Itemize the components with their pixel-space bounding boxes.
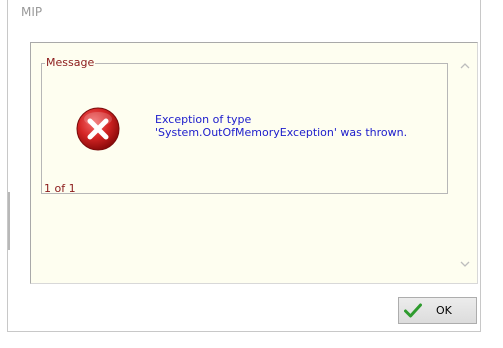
message-group-label: Message xyxy=(46,56,95,69)
ok-button-label: OK xyxy=(436,304,452,317)
vertical-scrollbar[interactable] xyxy=(453,43,477,283)
scroll-up-icon[interactable] xyxy=(459,57,471,69)
message-panel: Message Exception of type 'System.OutOfM… xyxy=(30,42,478,284)
message-counter: 1 of 1 xyxy=(44,182,76,195)
window-edge xyxy=(8,192,10,250)
window-title: MIP xyxy=(21,5,43,19)
error-x-icon xyxy=(75,106,121,152)
dialog-window: MIP Message Exception of type 'System.Ou… xyxy=(7,0,481,332)
scroll-down-icon[interactable] xyxy=(459,255,471,267)
checkmark-icon xyxy=(404,303,422,318)
message-group: Message Exception of type 'System.OutOfM… xyxy=(41,56,448,195)
ok-button[interactable]: OK xyxy=(398,297,477,324)
error-message-line2: 'System.OutOfMemoryException' was thrown… xyxy=(155,126,408,139)
error-message-text: Exception of type 'System.OutOfMemoryExc… xyxy=(155,113,407,139)
error-message-line1: Exception of type xyxy=(155,113,252,126)
